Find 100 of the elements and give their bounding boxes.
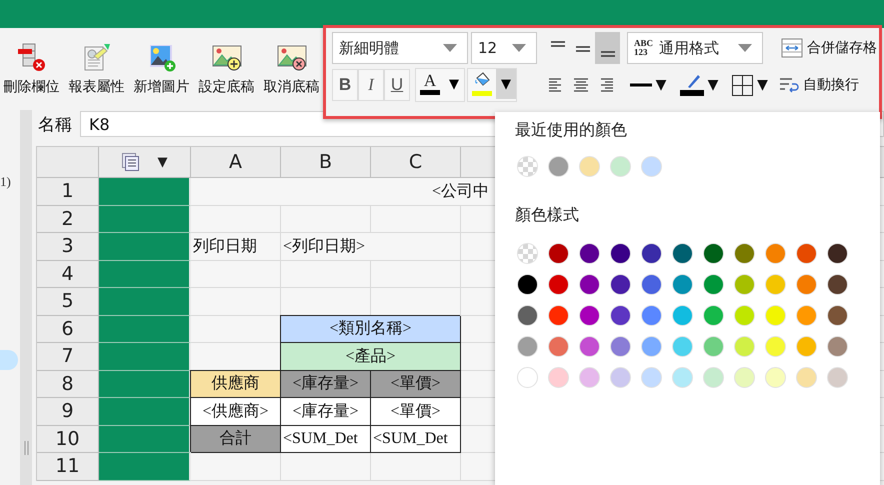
- color-swatch[interactable]: [548, 156, 569, 177]
- align-top-icon: [550, 41, 566, 47]
- color-swatch[interactable]: [765, 274, 786, 295]
- column-menu-header[interactable]: ▼: [99, 147, 191, 178]
- caret-icon: [443, 44, 457, 52]
- underline-button[interactable]: U: [384, 69, 410, 101]
- color-swatch[interactable]: [672, 367, 693, 388]
- color-swatch[interactable]: [610, 305, 631, 326]
- color-swatch[interactable]: [548, 243, 569, 264]
- color-swatch[interactable]: [703, 305, 724, 326]
- color-swatch[interactable]: [579, 243, 600, 264]
- color-swatch[interactable]: [672, 274, 693, 295]
- color-swatch[interactable]: [734, 243, 755, 264]
- color-swatch[interactable]: [796, 305, 817, 326]
- bold-button[interactable]: B: [332, 69, 358, 101]
- row-header[interactable]: 7: [37, 343, 99, 370]
- table-cell: <產品>: [281, 343, 461, 370]
- toolbar-button[interactable]: 取消底稿: [260, 42, 323, 102]
- row-header[interactable]: 1: [37, 178, 99, 206]
- row-header[interactable]: 11: [37, 453, 99, 480]
- color-swatch[interactable]: [641, 305, 662, 326]
- merge-cells-button[interactable]: 合併儲存格: [779, 33, 879, 63]
- color-swatch[interactable]: [765, 336, 786, 357]
- row-header[interactable]: 8: [37, 370, 99, 398]
- borders-button[interactable]: ▼: [727, 69, 773, 101]
- toolbar-button[interactable]: 報表屬性: [65, 42, 128, 102]
- color-swatch[interactable]: [672, 336, 693, 357]
- color-swatch[interactable]: [517, 274, 538, 295]
- color-swatch[interactable]: [610, 367, 631, 388]
- color-swatch[interactable]: [734, 305, 755, 326]
- border-color-button[interactable]: ▼: [676, 69, 722, 101]
- table-cell: <庫存量>: [281, 370, 371, 398]
- row-header[interactable]: 4: [37, 260, 99, 288]
- color-swatch[interactable]: [827, 243, 848, 264]
- color-swatch[interactable]: [827, 336, 848, 357]
- color-swatch[interactable]: [641, 336, 662, 357]
- color-swatch[interactable]: [796, 274, 817, 295]
- vertical-align-button[interactable]: [595, 32, 620, 64]
- row-header[interactable]: 10: [37, 426, 99, 453]
- font-color-button[interactable]: A: [416, 69, 444, 99]
- color-swatch[interactable]: [579, 274, 600, 295]
- color-swatch[interactable]: [610, 156, 631, 177]
- color-swatch[interactable]: [734, 336, 755, 357]
- color-swatch[interactable]: [796, 367, 817, 388]
- color-swatch[interactable]: [641, 156, 662, 177]
- color-swatch[interactable]: [734, 274, 755, 295]
- color-swatch[interactable]: [827, 367, 848, 388]
- no-color-swatch[interactable]: [517, 156, 538, 177]
- color-swatch[interactable]: [610, 243, 631, 264]
- column-header[interactable]: B: [281, 147, 371, 178]
- row-header[interactable]: 9: [37, 398, 99, 426]
- color-swatch[interactable]: [548, 305, 569, 326]
- color-swatch[interactable]: [827, 305, 848, 326]
- color-swatch[interactable]: [703, 336, 724, 357]
- wrap-text-button[interactable]: 自動換行: [777, 70, 861, 100]
- toolbar-button[interactable]: 設定底稿: [195, 42, 258, 102]
- italic-button[interactable]: I: [358, 69, 384, 101]
- color-swatch[interactable]: [641, 274, 662, 295]
- no-color-swatch[interactable]: [517, 243, 538, 264]
- font-color-dropdown[interactable]: ▼: [444, 69, 464, 99]
- color-swatch[interactable]: [517, 367, 538, 388]
- color-swatch[interactable]: [703, 274, 724, 295]
- color-swatch[interactable]: [641, 367, 662, 388]
- color-swatch[interactable]: [610, 274, 631, 295]
- row-header[interactable]: 6: [37, 316, 99, 343]
- row-header[interactable]: 2: [37, 206, 99, 233]
- row-header[interactable]: 3: [37, 233, 99, 260]
- color-swatch[interactable]: [579, 336, 600, 357]
- color-swatch[interactable]: [827, 274, 848, 295]
- table-cell: <單價>: [371, 370, 461, 398]
- color-swatch[interactable]: [641, 243, 662, 264]
- color-swatch[interactable]: [703, 367, 724, 388]
- font-select[interactable]: 新細明體: [332, 32, 468, 64]
- color-swatch[interactable]: [517, 305, 538, 326]
- toolbar-button[interactable]: 新增圖片: [130, 42, 193, 102]
- column-header[interactable]: C: [371, 147, 461, 178]
- color-swatch[interactable]: [672, 243, 693, 264]
- color-swatch[interactable]: [796, 336, 817, 357]
- color-swatch[interactable]: [579, 156, 600, 177]
- color-swatch[interactable]: [734, 367, 755, 388]
- color-swatch[interactable]: [765, 243, 786, 264]
- row-header[interactable]: 5: [37, 288, 99, 316]
- color-swatch[interactable]: [765, 367, 786, 388]
- color-swatch[interactable]: [548, 367, 569, 388]
- resize-handle[interactable]: [20, 110, 32, 485]
- toolbar-button[interactable]: 刪除欄位: [0, 42, 63, 102]
- font-size-select[interactable]: 12: [471, 32, 537, 64]
- color-swatch[interactable]: [548, 274, 569, 295]
- color-swatch[interactable]: [765, 305, 786, 326]
- border-style-button[interactable]: ▼: [625, 69, 671, 101]
- column-header[interactable]: A: [191, 147, 281, 178]
- color-swatch[interactable]: [548, 336, 569, 357]
- color-swatch[interactable]: [610, 336, 631, 357]
- color-swatch[interactable]: [517, 336, 538, 357]
- color-swatch[interactable]: [579, 367, 600, 388]
- fill-color-dropdown[interactable]: ▼: [496, 69, 516, 99]
- color-swatch[interactable]: [672, 305, 693, 326]
- color-swatch[interactable]: [796, 243, 817, 264]
- color-swatch[interactable]: [579, 305, 600, 326]
- color-swatch[interactable]: [703, 243, 724, 264]
